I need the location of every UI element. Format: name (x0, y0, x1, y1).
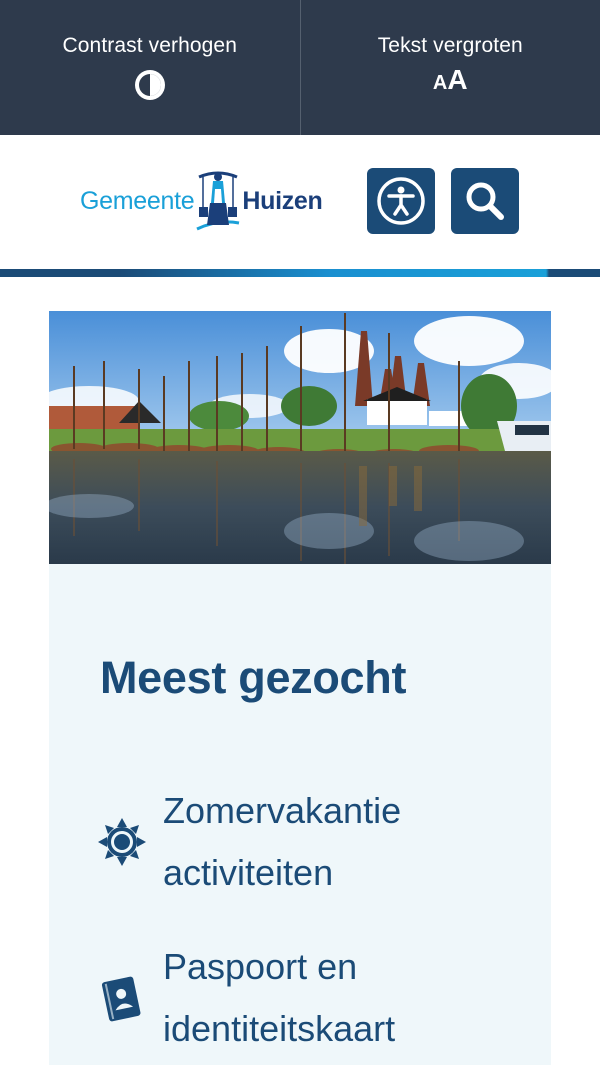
panel-title: Meest gezocht (100, 652, 407, 703)
logo-text-left: Gemeente (80, 186, 195, 215)
hero-image (49, 311, 551, 564)
text-size-label: Tekst vergroten (377, 34, 523, 57)
logo-text-right: Huizen (242, 186, 323, 215)
text-size-icon: AA (432, 64, 468, 95)
accessibility-bar: Contrast verhogen Tekst vergroten AA (0, 0, 600, 135)
list-item-label: Zomervakantie activiteiten (163, 790, 402, 893)
passport-icon (97, 936, 149, 1060)
accessibility-button[interactable] (367, 168, 435, 234)
search-icon (466, 182, 504, 220)
list-item-passport[interactable]: Paspoort en identiteitskaart (97, 936, 537, 1060)
contrast-label: Contrast verhogen (62, 34, 237, 57)
header-divider (0, 269, 600, 277)
site-header: Gemeente Huizen (0, 135, 600, 269)
logo-figure-icon (196, 171, 240, 231)
harbor-photo (49, 311, 551, 564)
contrast-button[interactable]: Contrast verhogen (0, 0, 300, 135)
most-searched-panel: Meest gezocht Zomervakantie activiteiten (49, 564, 551, 1065)
list-item-summer-activities[interactable]: Zomervakantie activiteiten (97, 780, 537, 904)
accessibility-icon (377, 177, 425, 225)
logo[interactable]: Gemeente Huizen (80, 165, 338, 237)
contrast-icon (134, 70, 165, 100)
search-button[interactable] (451, 168, 519, 234)
list-item-label: Paspoort en identiteitskaart (163, 946, 396, 1049)
text-size-button[interactable]: Tekst vergroten AA (299, 0, 600, 135)
sun-icon (97, 780, 149, 904)
